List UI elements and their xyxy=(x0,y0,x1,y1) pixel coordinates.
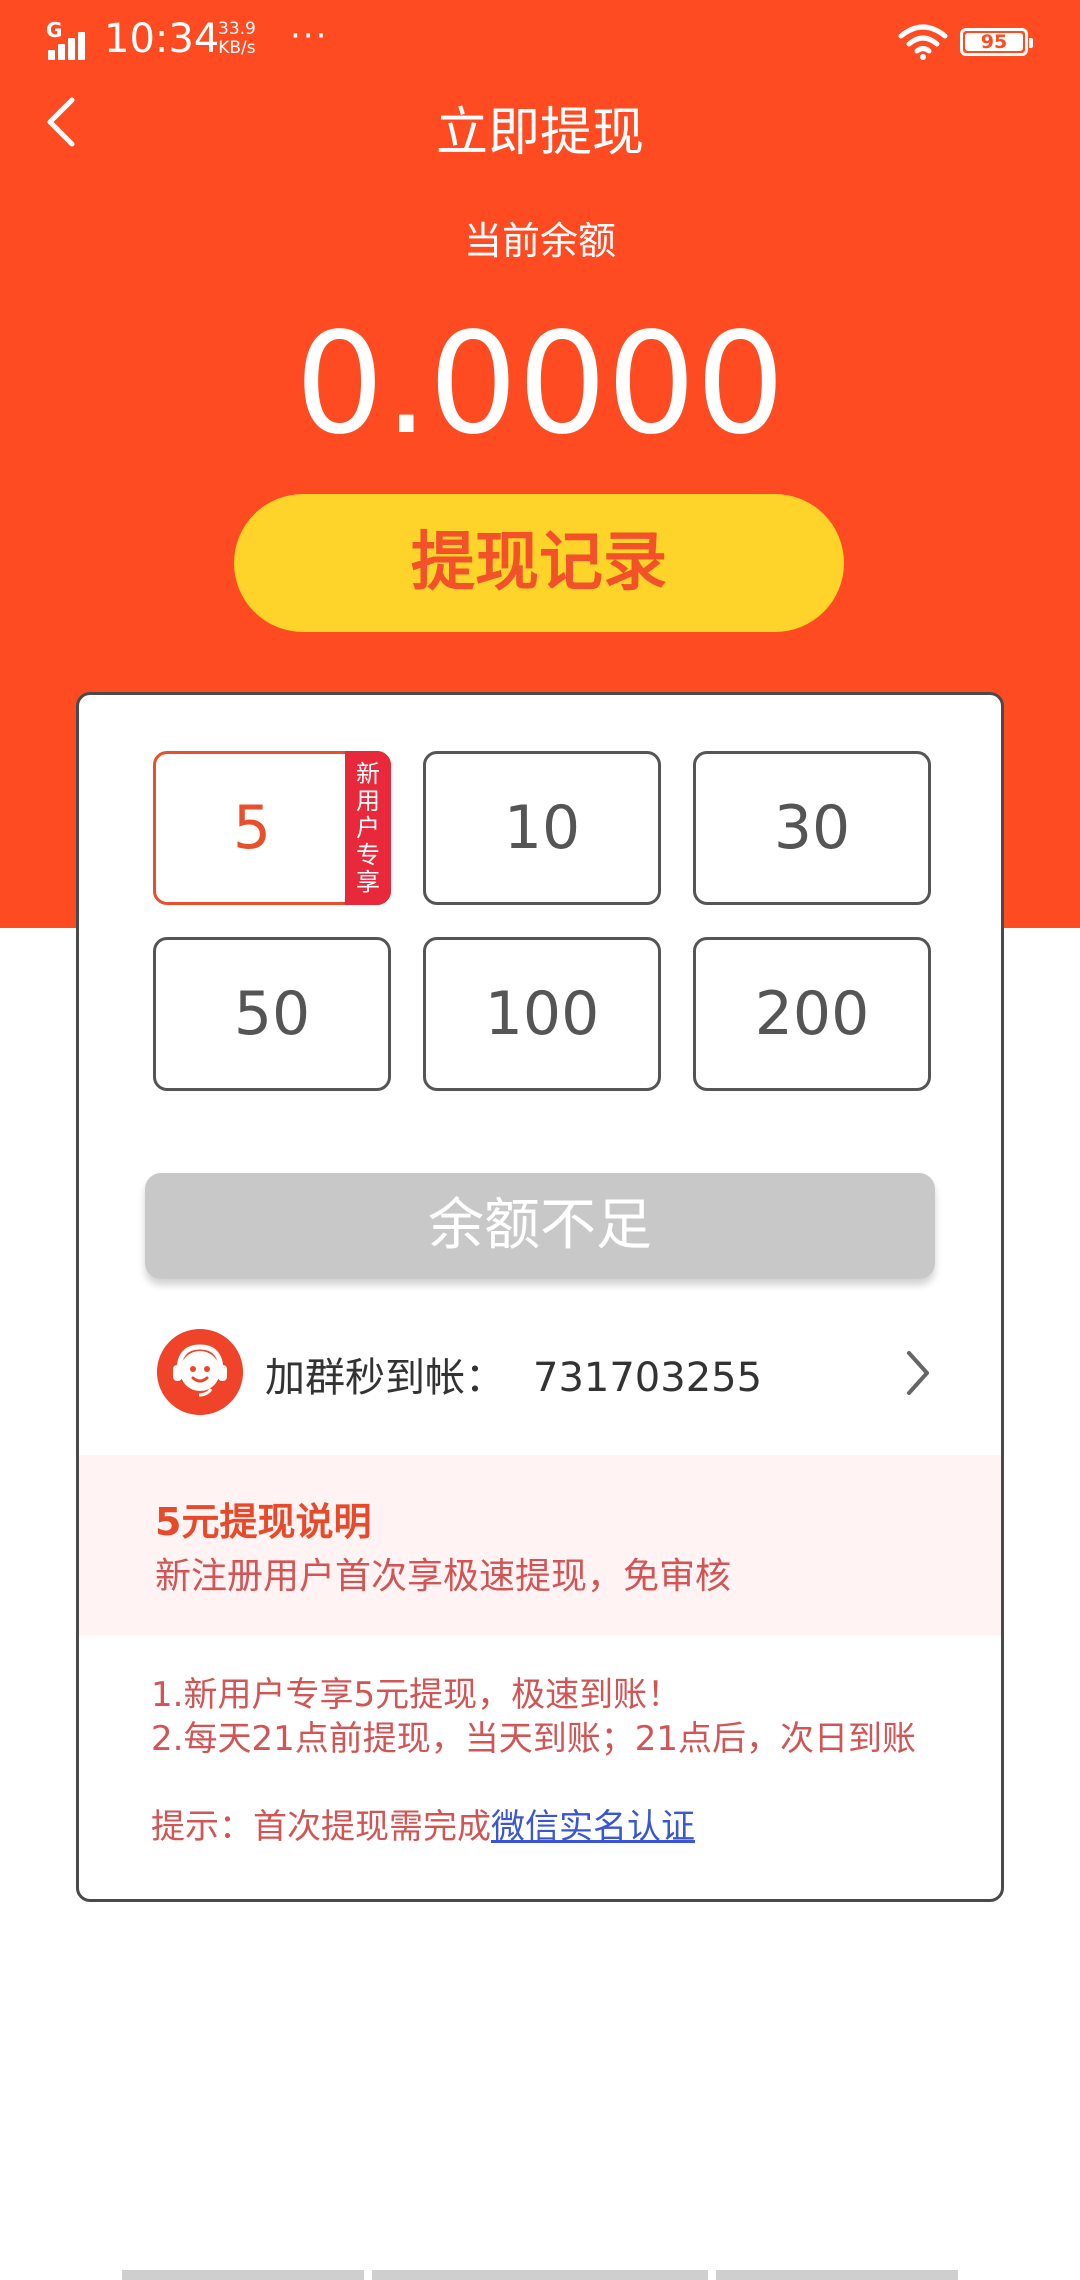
rule-line-1: 1.新用户专享5元提现，极速到账！ xyxy=(151,1675,682,1715)
signal-icon: G xyxy=(46,18,94,60)
insufficient-balance-button[interactable]: 余额不足 xyxy=(145,1173,935,1279)
info-subtitle: 新注册用户首次享极速提现，免审核 xyxy=(155,1556,732,1597)
more-icon: ··· xyxy=(290,16,329,56)
amount-option-30[interactable]: 30 xyxy=(693,751,931,905)
page-title: 立即提现 xyxy=(435,103,644,163)
qq-group-row[interactable]: 加群秒到帐： 731703255 xyxy=(265,1345,762,1403)
status-time: 10:34 xyxy=(104,16,220,62)
amount-option-200[interactable]: 200 xyxy=(693,937,931,1091)
balance-label: 当前余额 xyxy=(463,219,616,263)
withdraw-record-button[interactable]: 提现记录 xyxy=(234,494,844,632)
withdraw-card: 5 新 用 户 专 享 10 30 50 100 200 余额不足 加群秒到帐：… xyxy=(76,692,1004,1902)
nav-hint-bar xyxy=(716,2270,958,2280)
amount-option-5[interactable]: 5 新 用 户 专 享 xyxy=(153,751,391,905)
nav-hint-bar xyxy=(122,2270,364,2280)
customer-service-icon[interactable] xyxy=(157,1329,243,1415)
status-bar: G 10:34 33.9 KB/s ··· 95 xyxy=(0,0,1080,84)
amount-option-50[interactable]: 50 xyxy=(153,937,391,1091)
wifi-icon xyxy=(898,24,948,60)
rule-line-2: 2.每天21点前提现，当天到账；21点后，次日到账 xyxy=(151,1719,916,1759)
rule-tip: 提示：首次提现需完成微信实名认证 xyxy=(151,1807,695,1847)
nav-hint-bar xyxy=(372,2270,708,2280)
wechat-verify-link[interactable]: 微信实名认证 xyxy=(491,1807,695,1847)
chevron-right-icon[interactable] xyxy=(899,1345,939,1401)
network-speed: 33.9 KB/s xyxy=(218,19,256,58)
qq-group-number: 731703255 xyxy=(533,1355,763,1401)
qq-group-label: 加群秒到帐： xyxy=(265,1355,505,1401)
amount-option-10[interactable]: 10 xyxy=(423,751,661,905)
battery-icon: 95 xyxy=(960,28,1033,56)
new-user-tag: 新 用 户 专 享 xyxy=(345,751,391,905)
balance-value: 0.0000 xyxy=(295,303,785,466)
amount-option-100[interactable]: 100 xyxy=(423,937,661,1091)
info-title: 5元提现说明 xyxy=(155,1500,372,1544)
